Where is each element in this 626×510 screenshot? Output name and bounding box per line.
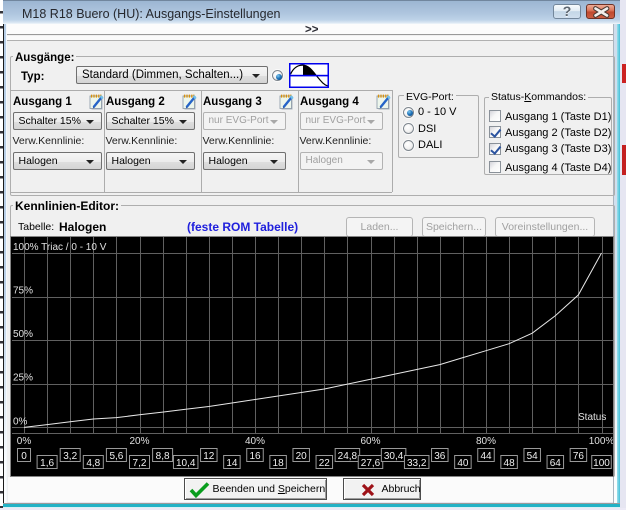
svg-text:20: 20 bbox=[296, 451, 308, 462]
svg-text:30,4: 30,4 bbox=[384, 451, 404, 462]
svg-text:60%: 60% bbox=[360, 436, 380, 447]
svg-text:Status: Status bbox=[578, 412, 606, 423]
svg-text:0%: 0% bbox=[13, 416, 28, 427]
svg-text:76: 76 bbox=[573, 451, 585, 462]
svg-text:22: 22 bbox=[319, 458, 331, 469]
svg-text:0: 0 bbox=[21, 451, 27, 462]
svg-text:27,6: 27,6 bbox=[361, 458, 381, 469]
svg-text:44: 44 bbox=[480, 451, 492, 462]
svg-text:80%: 80% bbox=[476, 436, 496, 447]
svg-text:12: 12 bbox=[203, 451, 215, 462]
svg-text:1,6: 1,6 bbox=[40, 458, 54, 469]
svg-text:5,6: 5,6 bbox=[109, 451, 123, 462]
svg-text:16: 16 bbox=[249, 451, 261, 462]
svg-text:14: 14 bbox=[226, 458, 238, 469]
svg-text:100% Triac / 0 - 10 V: 100% Triac / 0 - 10 V bbox=[13, 242, 107, 253]
svg-text:10,4: 10,4 bbox=[176, 458, 196, 469]
svg-text:50%: 50% bbox=[13, 329, 33, 340]
svg-text:20%: 20% bbox=[129, 436, 149, 447]
svg-text:7,2: 7,2 bbox=[133, 458, 147, 469]
svg-text:0%: 0% bbox=[17, 436, 32, 447]
svg-text:8,8: 8,8 bbox=[156, 451, 170, 462]
svg-text:100: 100 bbox=[593, 458, 610, 469]
svg-text:3,2: 3,2 bbox=[63, 451, 77, 462]
svg-text:25%: 25% bbox=[13, 373, 33, 384]
svg-text:75%: 75% bbox=[13, 286, 33, 297]
svg-text:54: 54 bbox=[527, 451, 539, 462]
svg-text:24,8: 24,8 bbox=[338, 451, 358, 462]
svg-text:36: 36 bbox=[434, 451, 446, 462]
svg-text:33,2: 33,2 bbox=[407, 458, 427, 469]
svg-text:100%: 100% bbox=[589, 436, 613, 447]
svg-text:64: 64 bbox=[550, 458, 562, 469]
svg-text:4,8: 4,8 bbox=[86, 458, 100, 469]
svg-text:40: 40 bbox=[457, 458, 469, 469]
svg-text:40%: 40% bbox=[245, 436, 265, 447]
svg-text:48: 48 bbox=[504, 458, 516, 469]
svg-text:18: 18 bbox=[273, 458, 285, 469]
